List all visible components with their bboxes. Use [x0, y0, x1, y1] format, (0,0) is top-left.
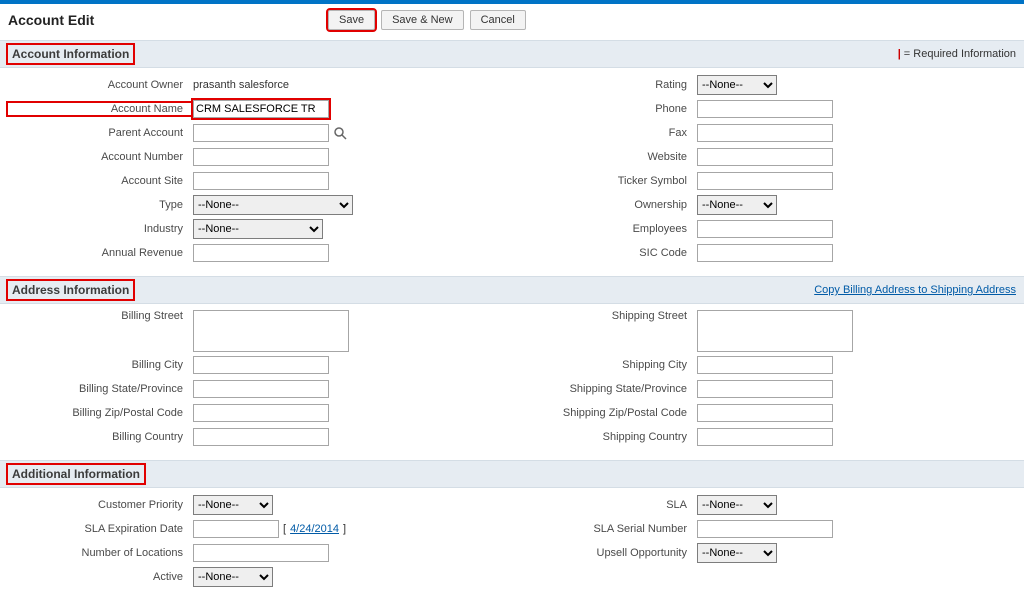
cancel-button[interactable]: Cancel — [470, 10, 526, 30]
upsell-select[interactable]: --None-- — [697, 543, 777, 563]
shipping-country-input[interactable] — [697, 428, 833, 446]
industry-select[interactable]: --None-- — [193, 219, 323, 239]
shipping-zip-label: Shipping Zip/Postal Code — [512, 407, 697, 419]
ownership-label: Ownership — [512, 199, 697, 211]
copy-address-link[interactable]: Copy Billing Address to Shipping Address — [814, 284, 1016, 296]
shipping-country-label: Shipping Country — [512, 431, 697, 443]
shipping-street-input[interactable] — [697, 310, 853, 352]
active-label: Active — [8, 571, 193, 583]
billing-country-label: Billing Country — [8, 431, 193, 443]
page-root: Account Edit Save Save & New Cancel Acco… — [0, 0, 1024, 600]
required-info-text: = Required Information — [904, 48, 1016, 60]
section-head-additional-info: Additional Information — [0, 460, 1024, 488]
account-site-label: Account Site — [8, 175, 193, 187]
section-body-additional-info: Customer Priority--None-- SLA Expiration… — [0, 488, 1024, 600]
required-info: |= Required Information — [898, 48, 1016, 60]
customer-priority-label: Customer Priority — [8, 499, 193, 511]
sla-serial-label: SLA Serial Number — [512, 523, 697, 535]
sla-select[interactable]: --None-- — [697, 495, 777, 515]
billing-zip-label: Billing Zip/Postal Code — [8, 407, 193, 419]
type-select[interactable]: --None-- — [193, 195, 353, 215]
fax-input[interactable] — [697, 124, 833, 142]
shipping-zip-input[interactable] — [697, 404, 833, 422]
billing-state-label: Billing State/Province — [8, 383, 193, 395]
shipping-city-input[interactable] — [697, 356, 833, 374]
section-body-address-info: Billing Street Billing City Billing Stat… — [0, 304, 1024, 460]
account-number-input[interactable] — [193, 148, 329, 166]
account-owner-label: Account Owner — [8, 79, 193, 91]
sla-expiration-label: SLA Expiration Date — [8, 523, 193, 535]
sic-input[interactable] — [697, 244, 833, 262]
billing-country-input[interactable] — [193, 428, 329, 446]
shipping-col: Shipping Street Shipping City Shipping S… — [512, 310, 1016, 450]
shipping-state-label: Shipping State/Province — [512, 383, 697, 395]
save-new-button[interactable]: Save & New — [381, 10, 464, 30]
shipping-state-input[interactable] — [697, 380, 833, 398]
date-bracket-open: [ — [283, 523, 286, 535]
billing-city-input[interactable] — [193, 356, 329, 374]
section-title-address-info: Address Information — [8, 281, 133, 299]
number-locations-input[interactable] — [193, 544, 329, 562]
additional-right-col: SLA--None-- SLA Serial Number Upsell Opp… — [512, 494, 1016, 590]
type-label: Type — [8, 199, 193, 211]
parent-account-input[interactable] — [193, 124, 329, 142]
date-bracket-close: ] — [343, 523, 346, 535]
billing-street-label: Billing Street — [8, 310, 193, 322]
ticker-label: Ticker Symbol — [512, 175, 697, 187]
employees-label: Employees — [512, 223, 697, 235]
annual-revenue-input[interactable] — [193, 244, 329, 262]
employees-input[interactable] — [697, 220, 833, 238]
website-label: Website — [512, 151, 697, 163]
account-site-input[interactable] — [193, 172, 329, 190]
account-owner-value: prasanth salesforce — [193, 79, 289, 91]
parent-account-label: Parent Account — [8, 127, 193, 139]
account-name-input[interactable] — [193, 100, 329, 118]
account-info-left-col: Account Ownerprasanth salesforce Account… — [8, 74, 512, 266]
shipping-city-label: Shipping City — [512, 359, 697, 371]
sla-expiration-input[interactable] — [193, 520, 279, 538]
ticker-input[interactable] — [697, 172, 833, 190]
button-row: Save Save & New Cancel — [328, 10, 526, 30]
section-head-address-info: Address Information Copy Billing Address… — [0, 276, 1024, 304]
website-input[interactable] — [697, 148, 833, 166]
section-title-account-info: Account Information — [8, 45, 133, 63]
upsell-label: Upsell Opportunity — [512, 547, 697, 559]
account-info-right-col: Rating--None-- Phone Fax Website Ticker … — [512, 74, 1016, 266]
rating-select[interactable]: --None-- — [697, 75, 777, 95]
section-head-account-info: Account Information |= Required Informat… — [0, 40, 1024, 68]
customer-priority-select[interactable]: --None-- — [193, 495, 273, 515]
section-body-account-info: Account Ownerprasanth salesforce Account… — [0, 68, 1024, 276]
additional-left-col: Customer Priority--None-- SLA Expiration… — [8, 494, 512, 590]
date-hint-link[interactable]: 4/24/2014 — [290, 523, 339, 535]
number-locations-label: Number of Locations — [8, 547, 193, 559]
account-name-label: Account Name — [8, 103, 193, 115]
required-bar-icon: | — [898, 48, 901, 60]
ownership-select[interactable]: --None-- — [697, 195, 777, 215]
page-header: Account Edit Save Save & New Cancel — [0, 4, 1024, 40]
annual-revenue-label: Annual Revenue — [8, 247, 193, 259]
billing-zip-input[interactable] — [193, 404, 329, 422]
phone-input[interactable] — [697, 100, 833, 118]
phone-label: Phone — [512, 103, 697, 115]
rating-label: Rating — [512, 79, 697, 91]
section-title-additional-info: Additional Information — [8, 465, 144, 483]
save-button[interactable]: Save — [328, 10, 375, 30]
active-select[interactable]: --None-- — [193, 567, 273, 587]
industry-label: Industry — [8, 223, 193, 235]
sic-label: SIC Code — [512, 247, 697, 259]
account-number-label: Account Number — [8, 151, 193, 163]
sla-serial-input[interactable] — [697, 520, 833, 538]
fax-label: Fax — [512, 127, 697, 139]
lookup-icon[interactable] — [333, 126, 347, 140]
billing-street-input[interactable] — [193, 310, 349, 352]
page-title: Account Edit — [8, 12, 328, 28]
billing-state-input[interactable] — [193, 380, 329, 398]
shipping-street-label: Shipping Street — [512, 310, 697, 322]
billing-city-label: Billing City — [8, 359, 193, 371]
sla-label: SLA — [512, 499, 697, 511]
billing-col: Billing Street Billing City Billing Stat… — [8, 310, 512, 450]
